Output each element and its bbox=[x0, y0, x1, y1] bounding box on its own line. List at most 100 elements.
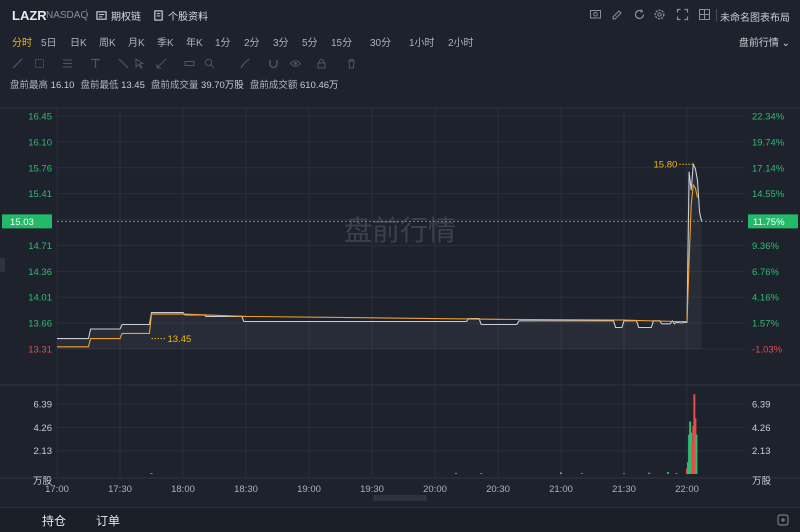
annotation-label: 13.45 bbox=[168, 334, 192, 345]
tab-orders[interactable]: 订单 bbox=[96, 512, 120, 529]
text-tool-icon[interactable] bbox=[90, 56, 101, 68]
period-tab[interactable]: 2小时 bbox=[448, 34, 474, 49]
stock-profile-button[interactable]: 个股资料 bbox=[153, 8, 208, 23]
period-tab[interactable]: 30分 bbox=[370, 34, 391, 49]
expand-panel-icon[interactable] bbox=[776, 513, 790, 527]
period-tab[interactable]: 5日 bbox=[41, 34, 57, 49]
options-chain-button[interactable]: 期权链 bbox=[96, 8, 141, 23]
divider bbox=[86, 9, 87, 21]
period-tab[interactable]: 1分 bbox=[215, 34, 231, 49]
premarket-stats: 盘前最高 16.10 盘前最低 13.45 盘前成交量 39.70万股 盘前成交… bbox=[10, 77, 339, 91]
period-tab[interactable]: 15分 bbox=[331, 34, 352, 49]
current-percent-label: 11.75% bbox=[753, 217, 785, 228]
visibility-icon[interactable] bbox=[289, 56, 302, 67]
session-selector[interactable]: 盘前行情 ⌄ bbox=[739, 34, 790, 49]
trash-icon[interactable] bbox=[346, 56, 357, 69]
period-tab[interactable]: 3分 bbox=[273, 34, 289, 49]
volume-bar bbox=[675, 473, 678, 474]
time-tick-label: 17:00 bbox=[45, 484, 69, 493]
time-tick-label: 17:30 bbox=[108, 484, 132, 493]
volume-bar bbox=[480, 473, 483, 474]
measure-tool-icon[interactable] bbox=[156, 56, 167, 69]
line-tool-icon[interactable] bbox=[118, 56, 129, 69]
volume-tick-label-right: 4.26 bbox=[752, 423, 771, 434]
chart-layout-selector[interactable]: 未命名图表布局 bbox=[720, 9, 790, 24]
gridlines bbox=[0, 107, 800, 479]
lock-icon[interactable] bbox=[316, 56, 327, 69]
price-tick-label: 14.71 bbox=[28, 241, 52, 252]
panel-collapse-handle[interactable] bbox=[373, 495, 427, 501]
rectangle-tool-icon[interactable] bbox=[34, 56, 45, 68]
grid-layout-icon[interactable] bbox=[698, 8, 711, 21]
period-tabs: 分时 5日 日K 周K 月K 季K 年K 1分 2分 3分 5分 15分 30分 1小时 2小时 bbox=[0, 30, 800, 50]
ticker-symbol: LAZR bbox=[12, 8, 47, 23]
low-label: 盘前最低 bbox=[80, 80, 119, 91]
period-tab[interactable]: 1小时 bbox=[409, 34, 435, 49]
volume-tick-label-right: 6.39 bbox=[752, 400, 771, 411]
high-label: 盘前最高 bbox=[10, 80, 49, 91]
volume-bar bbox=[150, 473, 153, 474]
options-chain-icon bbox=[96, 11, 107, 20]
volume-bars bbox=[150, 394, 698, 474]
volume-tick-label: 2.13 bbox=[34, 446, 53, 457]
volume-bar bbox=[695, 434, 698, 474]
percent-tick-label: 6.76% bbox=[752, 267, 779, 278]
trendline-tool-icon[interactable] bbox=[12, 56, 23, 69]
time-tick-label: 20:30 bbox=[486, 484, 510, 493]
volume-label: 盘前成交量 bbox=[150, 80, 199, 91]
brush-tool-icon[interactable] bbox=[240, 56, 251, 69]
volume-bar bbox=[560, 472, 562, 474]
bottom-bar: 持仓 订单 bbox=[0, 507, 800, 532]
stock-profile-label: 个股资料 bbox=[168, 12, 208, 23]
price-line bbox=[57, 162, 703, 340]
volume-bar bbox=[648, 472, 651, 474]
period-tab[interactable]: 分时 bbox=[12, 34, 32, 49]
fullscreen-icon[interactable] bbox=[676, 8, 689, 21]
amount-value: 610.46万 bbox=[299, 80, 339, 91]
price-tick-label: 16.45 bbox=[28, 112, 52, 123]
gear-icon[interactable] bbox=[653, 8, 666, 21]
period-tab[interactable]: 日K bbox=[70, 34, 87, 49]
period-tab[interactable]: 周K bbox=[99, 34, 116, 49]
time-tick-label: 19:00 bbox=[297, 484, 321, 493]
ruler-tool-icon[interactable] bbox=[184, 56, 195, 67]
price-volume-chart[interactable]: 盘前行情 16.4516.1015.7615.4115.0614.7114.36… bbox=[0, 95, 800, 493]
time-tick-label: 22:00 bbox=[675, 484, 699, 493]
period-tab[interactable]: 5分 bbox=[302, 34, 318, 49]
fib-tool-icon[interactable] bbox=[62, 56, 73, 68]
period-tab[interactable]: 年K bbox=[186, 34, 203, 49]
price-tick-label: 14.36 bbox=[28, 267, 52, 278]
percent-tick-label: 14.55% bbox=[752, 189, 785, 200]
document-icon bbox=[154, 10, 163, 21]
amount-label: 盘前成交额 bbox=[249, 80, 298, 91]
volume-bar bbox=[455, 473, 457, 474]
price-tick-label: 13.66 bbox=[28, 319, 52, 330]
options-chain-label: 期权链 bbox=[111, 12, 141, 23]
percent-tick-label: 17.14% bbox=[752, 163, 785, 174]
price-tick-label: 14.01 bbox=[28, 293, 52, 304]
edit-icon[interactable] bbox=[611, 8, 624, 21]
volume-tick-label: 4.26 bbox=[34, 423, 53, 434]
magnet-icon[interactable] bbox=[268, 56, 279, 69]
zoom-tool-icon[interactable] bbox=[204, 56, 215, 69]
exchange-label: NASDAQ bbox=[46, 10, 89, 21]
volume-unit-label-right: 万股 bbox=[752, 476, 772, 487]
volume-tick-label-right: 2.13 bbox=[752, 446, 771, 457]
high-value: 16.10 bbox=[50, 80, 75, 91]
period-tab[interactable]: 2分 bbox=[244, 34, 260, 49]
screenshot-icon[interactable] bbox=[589, 8, 602, 21]
percent-tick-label: 4.16% bbox=[752, 293, 779, 304]
volume-bar bbox=[623, 473, 625, 474]
time-tick-label: 21:00 bbox=[549, 484, 573, 493]
refresh-icon[interactable] bbox=[633, 8, 646, 21]
watermark: 盘前行情 bbox=[344, 215, 456, 246]
divider bbox=[716, 9, 717, 21]
volume-bar bbox=[581, 473, 583, 474]
low-value: 13.45 bbox=[121, 80, 145, 91]
period-tab[interactable]: 月K bbox=[128, 34, 145, 49]
time-axis: 17:00 17:30 18:00 18:30 19:00 19:30 20:00 20:30… bbox=[45, 484, 699, 493]
cursor-tool-icon[interactable] bbox=[134, 56, 145, 69]
price-tick-label: 13.31 bbox=[28, 345, 52, 356]
tab-holdings[interactable]: 持仓 bbox=[42, 512, 66, 529]
period-tab[interactable]: 季K bbox=[157, 34, 174, 49]
